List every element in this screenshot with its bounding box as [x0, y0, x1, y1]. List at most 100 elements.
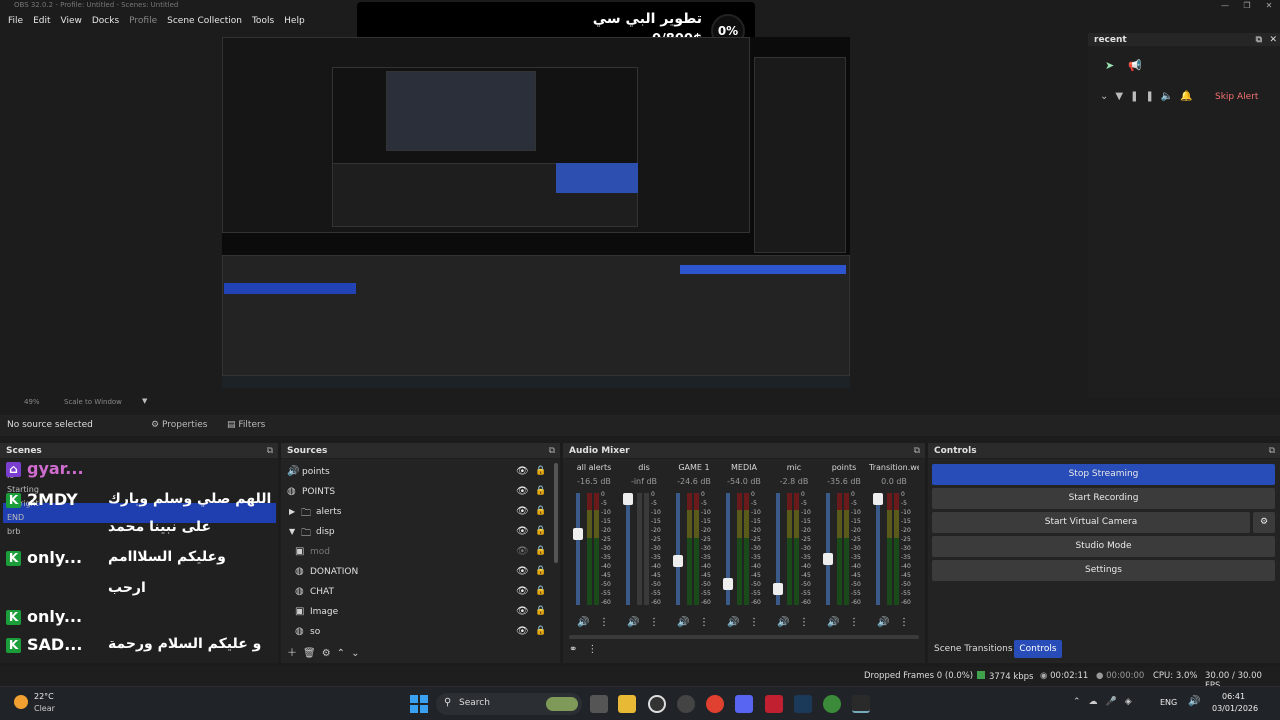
eye-icon[interactable]: 👁	[516, 586, 529, 597]
link-icon[interactable]: ⚭	[569, 644, 587, 655]
source-row[interactable]: ◍ DONATION 👁 🔒	[281, 563, 551, 583]
maximize-icon[interactable]: ❐	[1236, 0, 1258, 12]
eye-icon[interactable]: 👁	[516, 526, 529, 537]
float-icon[interactable]: ⧉	[914, 443, 920, 459]
megaphone-icon[interactable]: 📢	[1128, 59, 1142, 72]
volume-slider[interactable]	[876, 493, 880, 605]
volume-icon[interactable]: 🔊	[877, 617, 889, 628]
scrollbar[interactable]	[554, 463, 558, 563]
volume-slider-handle[interactable]	[873, 493, 883, 505]
studio-mode-button[interactable]: Studio Mode	[932, 536, 1275, 557]
task-view-icon[interactable]	[590, 695, 608, 713]
float-icon[interactable]: ⧉	[1256, 33, 1262, 47]
eye-icon[interactable]: 👁	[516, 486, 529, 497]
menu-dots-icon[interactable]: ⋮	[699, 617, 709, 628]
steam-icon[interactable]	[794, 695, 812, 713]
app-red-icon[interactable]	[765, 695, 783, 713]
zoom-level[interactable]: 49%	[24, 398, 40, 406]
source-row[interactable]: ▣ mod 👁 🔒	[281, 543, 551, 563]
unlock-icon[interactable]: 🔒	[535, 466, 546, 476]
lock-icon[interactable]: 🔒	[535, 586, 546, 596]
add-icon[interactable]: ＋	[287, 648, 303, 659]
float-icon[interactable]: ⧉	[267, 443, 273, 459]
network-icon[interactable]: ◈	[1125, 697, 1140, 707]
zoom-scale-select[interactable]: Scale to Window	[64, 398, 122, 406]
source-row[interactable]: ▶ 🗀 alerts 👁 🔒	[281, 503, 551, 523]
eye-icon[interactable]: 👁	[516, 606, 529, 617]
float-icon[interactable]: ⧉	[549, 443, 555, 459]
chevron-right-icon[interactable]: ▶	[289, 507, 295, 516]
volume-slider[interactable]	[826, 493, 830, 605]
skip-alert-button[interactable]: Skip Alert	[1215, 92, 1258, 102]
eye-icon[interactable]: 👁	[516, 626, 529, 637]
menu-dots-icon[interactable]: ⋮	[649, 617, 659, 628]
volume-slider[interactable]	[576, 493, 580, 605]
move-up-icon[interactable]: ⌃	[337, 648, 351, 659]
chevron-down-icon[interactable]: ⌄	[1100, 91, 1115, 102]
menu-dots-icon[interactable]: ⋮	[599, 617, 609, 628]
start-recording-button[interactable]: Start Recording	[932, 488, 1275, 509]
pause-icon[interactable]: ❚❚	[1130, 91, 1161, 102]
menu-view[interactable]: View	[56, 13, 87, 29]
close-icon[interactable]: ✕	[1258, 0, 1280, 12]
menu-tools[interactable]: Tools	[247, 13, 279, 29]
trash-icon[interactable]: 🗑	[303, 648, 322, 659]
lock-icon[interactable]: 🔒	[535, 626, 546, 636]
tab-scene-transitions[interactable]: Scene Transitions	[934, 644, 1013, 654]
source-row[interactable]: ◍ POINTS 👁 🔒	[281, 483, 551, 503]
eye-hidden-icon[interactable]: 👁	[516, 546, 529, 557]
menu-edit[interactable]: Edit	[28, 13, 55, 29]
lock-icon[interactable]: 🔒	[535, 606, 546, 616]
language-indicator[interactable]: ENG	[1160, 698, 1177, 707]
settings-button[interactable]: Settings	[932, 560, 1275, 581]
close-icon[interactable]: ✕	[1269, 33, 1277, 47]
lock-icon[interactable]: 🔒	[535, 526, 546, 536]
source-row[interactable]: ◍ so 👁 🔒	[281, 623, 551, 643]
volume-slider-handle[interactable]	[573, 528, 583, 540]
bell-icon[interactable]: 🔔	[1180, 91, 1199, 102]
properties-button[interactable]: ⚙ Properties	[151, 420, 207, 430]
cloud-icon[interactable]: ☁	[1089, 697, 1106, 707]
taskbar-search[interactable]: ⚲ Search	[436, 693, 582, 715]
menu-file[interactable]: File	[3, 13, 28, 29]
chevron-down-icon[interactable]: ▼	[142, 397, 147, 405]
volume-icon[interactable]: 🔊	[577, 617, 589, 628]
lock-icon[interactable]: 🔒	[535, 566, 546, 576]
obs-tray-icon[interactable]	[648, 695, 666, 713]
filter-icon[interactable]: ▼	[1115, 91, 1130, 102]
volume-icon[interactable]: 🔊	[827, 617, 839, 628]
menu-dots-icon[interactable]: ⋮	[849, 617, 859, 628]
virtual-camera-settings-icon[interactable]: ⚙	[1253, 512, 1275, 533]
menu-dots-icon[interactable]: ⋮	[899, 617, 909, 628]
preview-canvas[interactable]	[222, 37, 850, 388]
discord-icon[interactable]	[735, 695, 753, 713]
volume-slider-handle[interactable]	[623, 493, 633, 505]
lock-icon[interactable]: 🔒	[535, 546, 546, 556]
move-down-icon[interactable]: ⌄	[351, 648, 365, 659]
start-virtual-camera-button[interactable]: Start Virtual Camera	[932, 512, 1250, 533]
menu-dots-icon[interactable]: ⋮	[799, 617, 809, 628]
source-row[interactable]: ▣ Image 👁 🔒	[281, 603, 551, 623]
mic-icon[interactable]: 🎤	[1106, 697, 1125, 707]
filters-button[interactable]: ▤ Filters	[227, 420, 265, 430]
menu-profile[interactable]: Profile	[124, 13, 162, 29]
source-row[interactable]: ◍ CHAT 👁 🔒	[281, 583, 551, 603]
gear-icon[interactable]: ⚙	[322, 648, 337, 659]
eye-icon[interactable]: 👁	[516, 506, 529, 517]
menu-dots-icon[interactable]: ⋮	[749, 617, 759, 628]
lock-icon[interactable]: 🔒	[535, 506, 546, 516]
eye-icon[interactable]: 👁	[516, 466, 529, 477]
chevron-up-icon[interactable]: ⌃	[1073, 697, 1089, 707]
volume-icon[interactable]: 🔊	[677, 617, 689, 628]
menu-docks[interactable]: Docks	[87, 13, 124, 29]
tab-controls[interactable]: Controls	[1014, 640, 1062, 658]
chrome-icon[interactable]	[706, 695, 724, 713]
volume-slider-handle[interactable]	[773, 583, 783, 595]
windows-start-icon[interactable]	[410, 695, 428, 713]
volume-slider-handle[interactable]	[823, 553, 833, 565]
minimize-icon[interactable]: —	[1214, 0, 1236, 12]
send-icon[interactable]: ➤	[1105, 59, 1114, 72]
muted-icon[interactable]: 🔊	[627, 617, 639, 628]
settings-icon[interactable]	[677, 695, 695, 713]
menu-dots-icon[interactable]: ⋮	[587, 644, 607, 655]
